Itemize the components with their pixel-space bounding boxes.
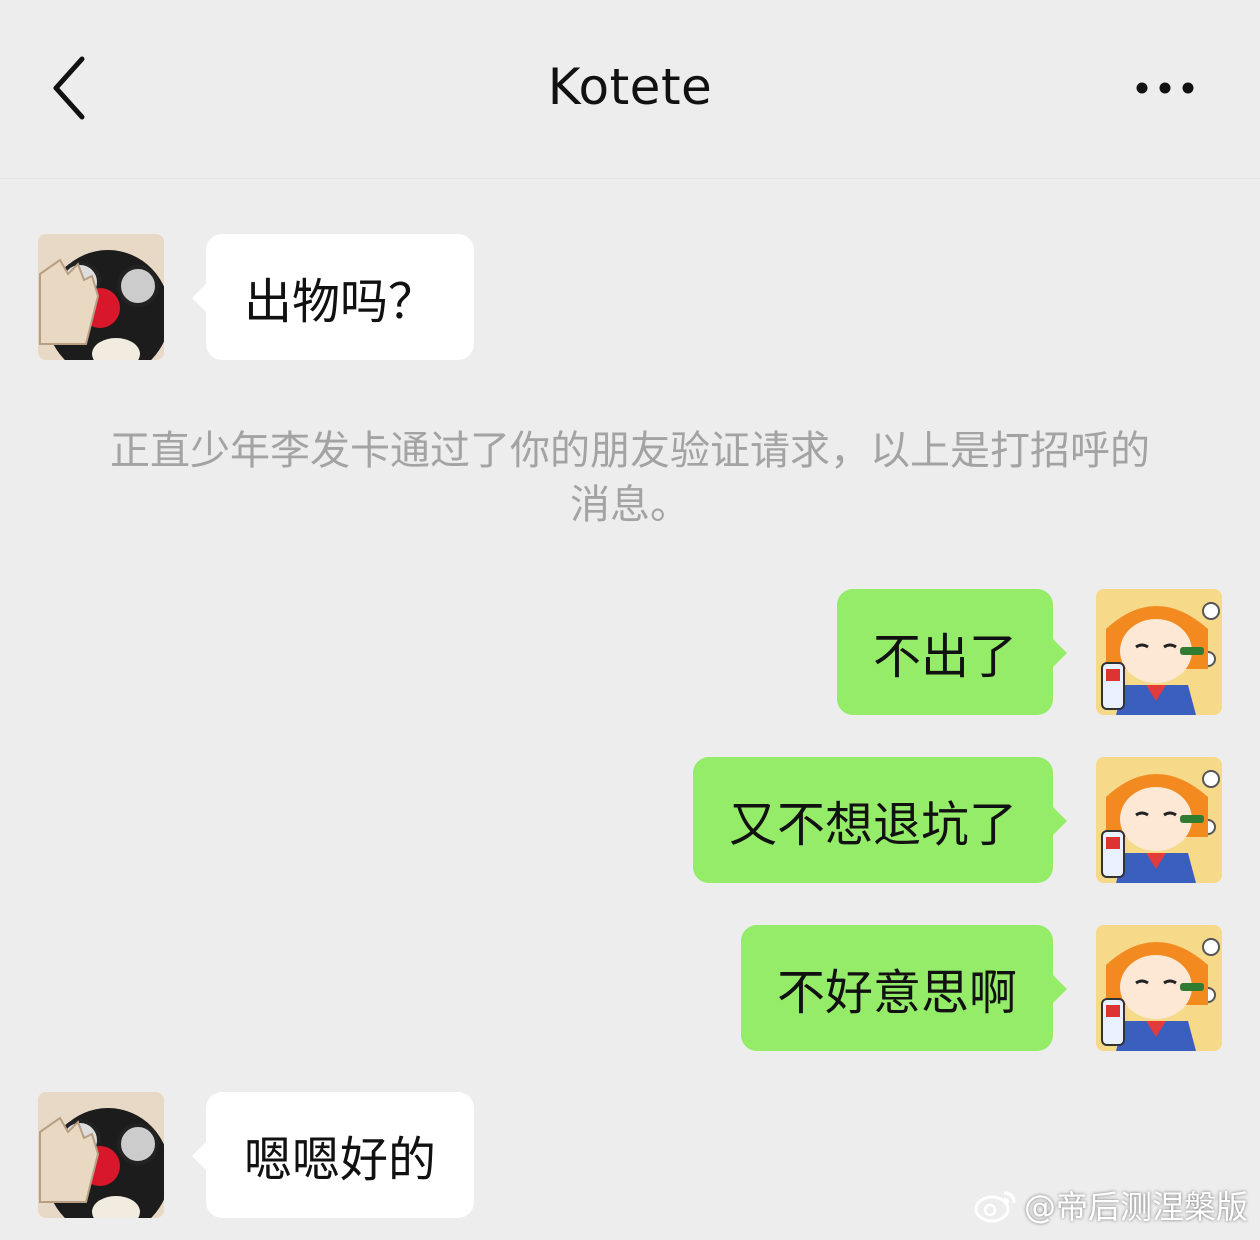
- system-message: 正直少年李发卡通过了你的朋友验证请求，以上是打招呼的消息。: [110, 428, 1150, 528]
- anime-girl-avatar-icon: [1096, 757, 1222, 883]
- message-bubble-outgoing[interactable]: 不出了: [836, 589, 1068, 715]
- message-text: 出物吗？: [244, 274, 437, 330]
- watermark-text: @帝后测涅槃版: [1023, 1188, 1248, 1226]
- message-bubble-incoming[interactable]: 出物吗？: [191, 234, 475, 360]
- weibo-icon: [974, 1191, 1016, 1223]
- watermark: @帝后测涅槃版: [974, 1182, 1248, 1228]
- more-options-button[interactable]: [1120, 60, 1210, 116]
- anime-girl-avatar-icon: [1096, 589, 1222, 715]
- more-horizontal-icon: [1136, 82, 1194, 94]
- message-text: 嗯嗯好的: [244, 1132, 437, 1188]
- chat-title: Kotete: [547, 58, 713, 116]
- penguin-avatar-icon: [38, 1092, 164, 1218]
- contact-avatar[interactable]: [38, 234, 164, 360]
- penguin-avatar-icon: [38, 234, 164, 360]
- message-text: 又不想退坑了: [728, 797, 1017, 853]
- message-bubble-outgoing[interactable]: 又不想退坑了: [692, 757, 1068, 883]
- my-avatar[interactable]: [1096, 757, 1222, 883]
- chat-header: Kotete: [0, 0, 1260, 179]
- my-avatar[interactable]: [1096, 589, 1222, 715]
- my-avatar[interactable]: [1096, 925, 1222, 1051]
- message-text: 不出了: [872, 629, 1017, 685]
- message-bubble-incoming[interactable]: 嗯嗯好的: [191, 1092, 475, 1218]
- contact-avatar[interactable]: [38, 1092, 164, 1218]
- message-bubble-outgoing[interactable]: 不好意思啊: [740, 925, 1068, 1051]
- anime-girl-avatar-icon: [1096, 925, 1222, 1051]
- message-text: 不好意思啊: [776, 965, 1017, 1021]
